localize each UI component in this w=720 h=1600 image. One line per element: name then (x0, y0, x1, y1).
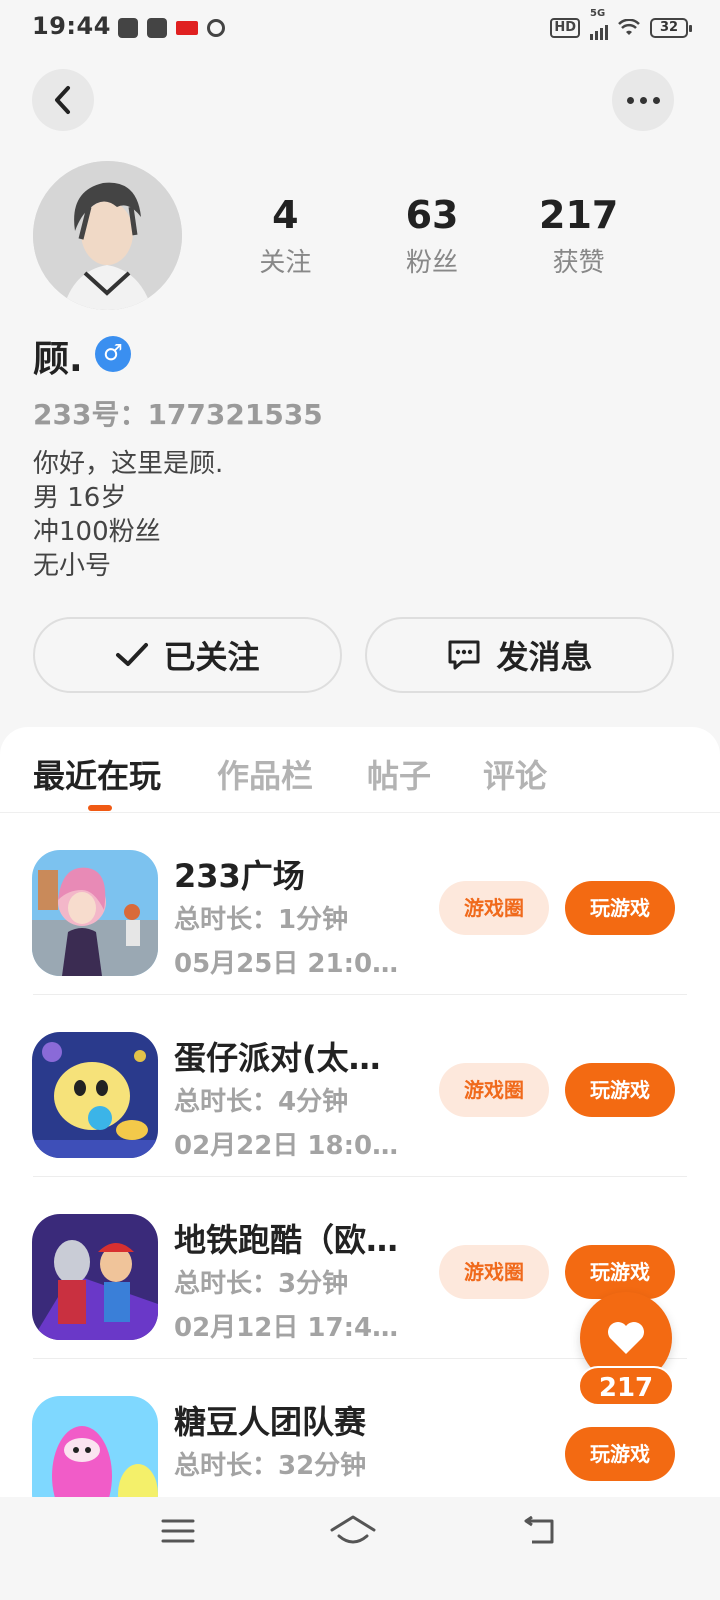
menu-icon (161, 1519, 195, 1543)
play-game-button[interactable]: 玩游戏 (565, 1427, 675, 1481)
game-title: 糖豆人团队赛 (174, 1403, 367, 1441)
stat-value: 4 (272, 193, 299, 237)
stat-label: 粉丝 (406, 248, 459, 278)
stat-followers[interactable]: 63 粉丝 (359, 192, 506, 279)
hd-icon: HD (550, 18, 580, 38)
game-item[interactable]: 蛋仔派对(太… 总时长：4分钟 02月22日 18:0… 游戏圈 玩游戏 (0, 995, 720, 1177)
play-game-button[interactable]: 玩游戏 (565, 881, 675, 935)
tab-works[interactable]: 作品栏 (217, 751, 313, 797)
game-last-played: 05月25日 21:0… (174, 949, 399, 979)
user-bio: 你好，这里是顾. 男 16岁 冲100粉丝 无小号 (33, 447, 223, 583)
app-notification-icon (118, 18, 138, 38)
user-id: 233号：177321535 (33, 398, 323, 431)
bio-line: 冲100粉丝 (33, 517, 161, 547)
followed-label: 已关注 (163, 638, 260, 676)
followed-button[interactable]: 已关注 (33, 617, 342, 693)
tab-recently-played[interactable]: 最近在玩 (33, 751, 161, 797)
stat-value: 217 (539, 193, 619, 237)
tab-comments[interactable]: 评论 (483, 751, 547, 797)
sync-notification-icon (207, 19, 225, 37)
game-last-played: 02月22日 18:0… (174, 1131, 399, 1161)
game-circle-button[interactable]: 游戏圈 (439, 881, 549, 935)
stat-label: 获赞 (552, 248, 605, 278)
game-icon-233-plaza[interactable] (32, 850, 158, 976)
stat-following[interactable]: 4 关注 (212, 192, 359, 279)
tab-posts[interactable]: 帖子 (367, 751, 431, 797)
system-nav-bar (0, 1497, 720, 1600)
back-button[interactable] (32, 69, 94, 131)
game-item[interactable]: 233广场 总时长：1分钟 05月25日 21:0… 游戏圈 玩游戏 (0, 813, 720, 995)
stat-likes[interactable]: 217 获赞 (505, 192, 652, 279)
game-circle-button[interactable]: 游戏圈 (439, 1063, 549, 1117)
battery-icon: 32 (650, 18, 692, 38)
user-name: 顾. (33, 339, 83, 380)
game-duration: 总时长：4分钟 (174, 1087, 349, 1117)
chat-bubble-icon (448, 640, 480, 670)
news-notification-icon (176, 21, 198, 35)
game-title: 233广场 (174, 857, 305, 895)
game-icon-subway-surfers[interactable] (32, 1214, 158, 1340)
play-game-button[interactable]: 玩游戏 (565, 1245, 675, 1299)
game-circle-button[interactable]: 游戏圈 (439, 1245, 549, 1299)
nav-home-button[interactable] (323, 1509, 383, 1553)
like-count: 217 (578, 1366, 674, 1406)
game-title: 蛋仔派对(太… (174, 1039, 381, 1077)
more-dots-icon (626, 96, 660, 104)
bio-line: 男 16岁 (33, 483, 127, 513)
profile-stats: 4 关注 63 粉丝 217 获赞 (212, 192, 652, 279)
status-time: 19:44 (32, 12, 111, 40)
avatar[interactable] (33, 161, 182, 310)
book-notification-icon (147, 18, 167, 38)
signal-icon: 5G (590, 8, 608, 40)
stat-value: 63 (405, 193, 459, 237)
game-icon-eggy-party[interactable] (32, 1032, 158, 1158)
send-message-label: 发消息 (496, 638, 593, 676)
game-duration: 总时长：1分钟 (174, 905, 349, 935)
profile-tabs: 最近在玩 作品栏 帖子 评论 (0, 727, 720, 813)
game-icon-fall-guys[interactable] (32, 1396, 158, 1497)
check-icon (116, 643, 149, 666)
more-button[interactable] (612, 69, 674, 131)
male-gender-icon: ♂ (95, 336, 131, 372)
system-icons: HD 5G 32 (550, 8, 692, 40)
game-last-played: 02月12日 17:4… (174, 1313, 399, 1343)
nav-back-button[interactable] (508, 1509, 568, 1553)
game-title: 地铁跑酷（欧… (174, 1221, 399, 1259)
play-game-button[interactable]: 玩游戏 (565, 1063, 675, 1117)
return-icon (524, 1516, 554, 1544)
heart-icon (608, 1322, 644, 1354)
send-message-button[interactable]: 发消息 (365, 617, 674, 693)
game-duration: 总时长：32分钟 (174, 1451, 367, 1481)
game-duration: 总时长：3分钟 (174, 1269, 349, 1299)
home-icon (330, 1515, 376, 1544)
stat-label: 关注 (259, 248, 312, 278)
bio-line: 你好，这里是顾. (33, 449, 224, 479)
active-tab-indicator (88, 805, 112, 811)
notification-icons (118, 18, 225, 38)
chevron-left-icon (55, 86, 70, 114)
avatar-illustration (33, 161, 182, 310)
wifi-icon (618, 19, 640, 35)
bio-line: 无小号 (33, 551, 112, 581)
nav-menu-button[interactable] (148, 1509, 208, 1553)
status-bar: 19:44 HD 5G 32 (0, 0, 720, 58)
